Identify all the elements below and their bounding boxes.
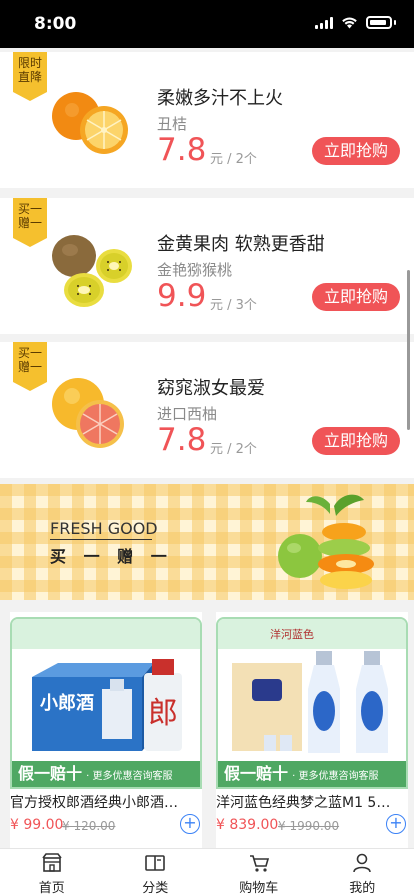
signal-icon (315, 16, 333, 29)
main-scroll[interactable]: 限时直降 柔嫩多汁不上火 丑桔 7.8 元 / 2个 立即抢购 买一赠一 金黄果… (0, 48, 414, 848)
tab-cart[interactable]: 购物车 (207, 849, 311, 896)
svg-text:郎: 郎 (148, 696, 178, 731)
product-card[interactable]: 限时直降 柔嫩多汁不上火 丑桔 7.8 元 / 2个 立即抢购 (0, 52, 414, 188)
status-bar: 8:00 (0, 0, 414, 48)
tab-category[interactable]: 分类 (104, 849, 208, 896)
product-unit: 元 / 2个 (210, 442, 257, 457)
goods-price: ¥ 99.00 (10, 817, 64, 833)
goods-name: 官方授权郎酒经典小郎酒… (10, 795, 178, 811)
battery-icon (366, 16, 392, 29)
wifi-icon (342, 17, 357, 29)
cart-icon (249, 855, 269, 872)
product-price: 7.8 (157, 132, 207, 168)
tab-label: 首页 (38, 881, 65, 896)
tab-label: 我的 (349, 881, 376, 896)
tab-label: 分类 (142, 881, 169, 896)
banner-title-zh: 买 一 赠 一 (50, 547, 173, 566)
promo-banner[interactable]: FRESH GOOD 买 一 赠 一 (0, 484, 414, 600)
buy-now-button[interactable]: 立即抢购 (312, 427, 400, 455)
product-title: 柔嫩多汁不上火 (157, 88, 283, 109)
banner-title-en: FRESH GOOD (50, 519, 158, 538)
product-unit: 元 / 3个 (210, 298, 257, 313)
goods-image-header (12, 619, 200, 649)
goods-original-price: ¥ 120.00 (62, 819, 116, 833)
product-title: 窈窕淑女最爱 (157, 378, 265, 399)
product-card[interactable]: 买一赠一 金黄果肉 软熟更香甜 金艳猕猴桃 9.9 元 / 3个 立即抢购 (0, 198, 414, 334)
goods-name: 洋河蓝色经典梦之蓝M1 5… (216, 795, 391, 811)
guarantee-note: · 更多优惠咨询客服 (86, 771, 173, 782)
product-title: 金黄果肉 软熟更香甜 (157, 234, 325, 255)
svg-text:小郎酒: 小郎酒 (40, 692, 94, 714)
product-subtitle: 丑桔 (157, 115, 188, 133)
status-icons (315, 16, 396, 29)
tab-label: 购物车 (239, 881, 279, 896)
buy-now-button[interactable]: 立即抢购 (312, 283, 400, 311)
goods-image: 小郎酒 郎 假一赔十 · 更多优惠咨询客服 (10, 617, 202, 789)
product-unit: 元 / 2个 (210, 152, 257, 167)
status-time: 8:00 (34, 14, 77, 34)
add-to-cart-button[interactable]: + (386, 814, 406, 834)
kiwi-icon (52, 235, 132, 307)
goods-original-price: ¥ 1990.00 (278, 819, 340, 833)
guarantee-banner: 假一赔十 · 更多优惠咨询客服 (218, 761, 406, 787)
buy-now-button[interactable]: 立即抢购 (312, 137, 400, 165)
goods-card[interactable]: 洋河蓝色 假一赔十 · 更多优惠咨询客服 洋河蓝色经典梦之蓝M1 5… ¥ 83… (216, 612, 408, 848)
product-subtitle: 进口西柚 (157, 405, 218, 423)
goods-brand: 洋河蓝色 (270, 628, 314, 641)
tab-bar: 首页 分类 购物车 我的 (0, 848, 414, 896)
product-card[interactable]: 买一赠一 窈窕淑女最爱 进口西柚 7.8 元 / 2个 立即抢购 (0, 342, 414, 478)
xiaolangjiu-box-icon: 小郎酒 郎 (32, 659, 182, 751)
orange-icon (52, 92, 128, 154)
mengzhilan-bottles-icon (232, 651, 388, 753)
product-price: 7.8 (157, 422, 207, 458)
user-icon (353, 853, 372, 873)
product-subtitle: 金艳猕猴桃 (157, 261, 233, 279)
goods-price: ¥ 839.00 (216, 817, 279, 833)
fruit-stack-icon (278, 494, 374, 589)
tab-mine[interactable]: 我的 (311, 849, 414, 896)
goods-card[interactable]: 小郎酒 郎 假一赔十 · 更多优惠咨询客服 官方授权郎酒经典小郎酒… ¥ 99.… (10, 612, 202, 848)
guarantee-banner: 假一赔十 · 更多优惠咨询客服 (12, 761, 200, 787)
grapefruit-icon (52, 378, 124, 448)
tab-home[interactable]: 首页 (0, 849, 104, 896)
banner-divider (50, 539, 152, 540)
guarantee-text: 假一赔十 (224, 764, 289, 783)
home-icon (42, 853, 62, 872)
category-icon (145, 855, 166, 871)
scrollbar[interactable] (407, 270, 410, 430)
guarantee-note: · 更多优惠咨询客服 (292, 771, 379, 782)
guarantee-text: 假一赔十 (18, 764, 83, 783)
product-price: 9.9 (157, 278, 207, 314)
goods-image: 洋河蓝色 假一赔十 · 更多优惠咨询客服 (216, 617, 408, 789)
add-to-cart-button[interactable]: + (180, 814, 200, 834)
